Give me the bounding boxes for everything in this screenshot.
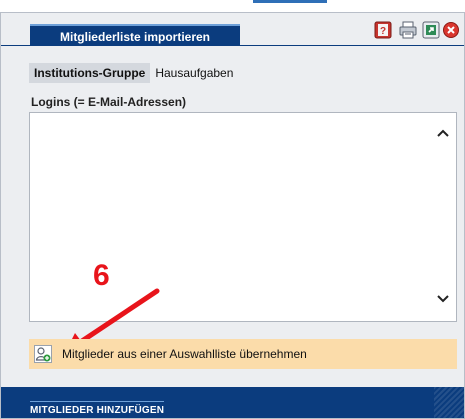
print-icon[interactable] [399,21,417,39]
add-user-icon [34,345,52,363]
select-from-list-action[interactable]: Mitglieder aus einer Auswahlliste überne… [29,339,457,369]
title-divider [1,45,464,46]
scroll-down-icon[interactable] [436,293,450,307]
tab-hausaufgaben[interactable]: Hausaufgaben [150,63,238,83]
dialog-footer: MITGLIEDER HINZUFÜGEN [1,387,464,418]
dialog-titlebar: Mitgliederliste importieren ? [1,13,464,46]
dialog-title: Mitgliederliste importieren [30,24,240,46]
tab-institutions-gruppe[interactable]: Institutions-Gruppe [29,63,151,83]
page-top-accent-line [253,0,327,3]
tab-bar: Institutions-Gruppe Hausaufgaben [29,63,238,83]
import-dialog: Mitgliederliste importieren ? Institutio… [0,12,465,419]
svg-text:?: ? [380,26,386,37]
footer-resize-grip [434,387,464,418]
select-from-list-label: Mitglieder aus einer Auswahlliste überne… [62,347,307,361]
logins-label: Logins (= E-Mail-Adressen) [31,95,187,109]
add-members-button[interactable]: MITGLIEDER HINZUFÜGEN [30,401,165,416]
scroll-up-icon[interactable] [436,127,450,141]
close-icon[interactable] [442,21,460,39]
export-icon[interactable] [422,21,440,39]
help-icon[interactable]: ? [374,21,392,39]
